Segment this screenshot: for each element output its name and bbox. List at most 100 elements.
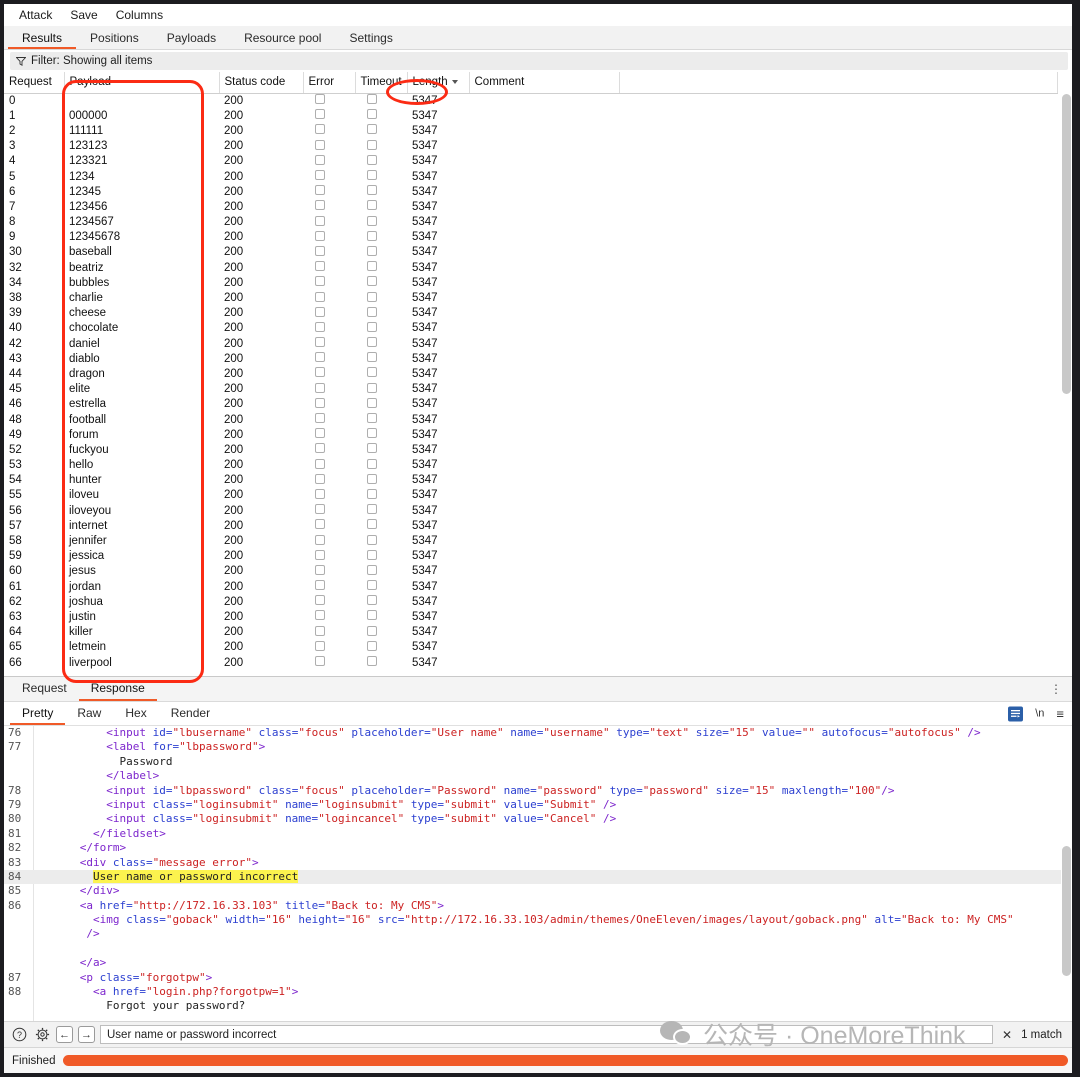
table-row[interactable]: 57 internet 200 5347 xyxy=(4,518,1057,533)
error-checkbox[interactable] xyxy=(315,488,325,499)
response-code-pane[interactable]: 76 <input id="lbusername" class="focus" … xyxy=(4,726,1072,1021)
error-checkbox[interactable] xyxy=(315,580,325,591)
table-row[interactable]: 53 hello 200 5347 xyxy=(4,458,1057,473)
error-checkbox[interactable] xyxy=(315,124,325,135)
table-row[interactable]: 58 jennifer 200 5347 xyxy=(4,533,1057,548)
timeout-checkbox[interactable] xyxy=(367,625,377,636)
table-row[interactable]: 39 cheese 200 5347 xyxy=(4,306,1057,321)
error-checkbox[interactable] xyxy=(315,276,325,287)
newline-icon[interactable]: \n xyxy=(1035,708,1044,720)
error-checkbox[interactable] xyxy=(315,200,325,211)
column-header-timeout[interactable]: Timeout xyxy=(355,72,408,94)
error-checkbox[interactable] xyxy=(315,519,325,530)
error-checkbox[interactable] xyxy=(315,625,325,636)
error-checkbox[interactable] xyxy=(315,291,325,302)
error-checkbox[interactable] xyxy=(315,321,325,332)
table-row[interactable]: 55 iloveu 200 5347 xyxy=(4,488,1057,503)
error-checkbox[interactable] xyxy=(315,109,325,120)
tab-payloads[interactable]: Payloads xyxy=(153,26,230,49)
timeout-checkbox[interactable] xyxy=(367,488,377,499)
table-row[interactable]: 54 hunter 200 5347 xyxy=(4,473,1057,488)
view-tab-render[interactable]: Render xyxy=(159,702,222,725)
tab-settings[interactable]: Settings xyxy=(335,26,406,49)
table-row[interactable]: 62 joshua 200 5347 xyxy=(4,594,1057,609)
table-row[interactable]: 30 baseball 200 5347 xyxy=(4,245,1057,260)
column-header-status-code[interactable]: Status code xyxy=(219,72,304,94)
wrap-lines-icon[interactable] xyxy=(1008,706,1024,721)
timeout-checkbox[interactable] xyxy=(367,534,377,545)
tab-results[interactable]: Results xyxy=(8,26,77,49)
gear-icon[interactable] xyxy=(33,1026,51,1044)
table-row[interactable]: 46 estrella 200 5347 xyxy=(4,397,1057,412)
timeout-checkbox[interactable] xyxy=(367,139,377,150)
error-checkbox[interactable] xyxy=(315,94,325,105)
timeout-checkbox[interactable] xyxy=(367,215,377,226)
timeout-checkbox[interactable] xyxy=(367,519,377,530)
error-checkbox[interactable] xyxy=(315,640,325,651)
timeout-checkbox[interactable] xyxy=(367,367,377,378)
table-row[interactable]: 65 letmein 200 5347 xyxy=(4,640,1057,655)
table-row[interactable]: 4 123321 200 5347 xyxy=(4,154,1057,169)
table-row[interactable]: 43 diablo 200 5347 xyxy=(4,351,1057,366)
table-row[interactable]: 5 1234 200 5347 xyxy=(4,169,1057,184)
error-checkbox[interactable] xyxy=(315,656,325,667)
timeout-checkbox[interactable] xyxy=(367,564,377,575)
message-tab-response[interactable]: Response xyxy=(78,677,157,701)
error-checkbox[interactable] xyxy=(315,352,325,363)
view-tab-hex[interactable]: Hex xyxy=(113,702,158,725)
timeout-checkbox[interactable] xyxy=(367,245,377,256)
timeout-checkbox[interactable] xyxy=(367,185,377,196)
column-header-payload[interactable]: Payload xyxy=(64,72,220,94)
error-checkbox[interactable] xyxy=(315,367,325,378)
menu-item-save[interactable]: Save xyxy=(61,6,106,24)
table-row[interactable]: 34 bubbles 200 5347 xyxy=(4,275,1057,290)
table-row[interactable]: 7 123456 200 5347 xyxy=(4,199,1057,214)
error-checkbox[interactable] xyxy=(315,397,325,408)
error-checkbox[interactable] xyxy=(315,610,325,621)
column-header-error[interactable]: Error xyxy=(303,72,356,94)
error-checkbox[interactable] xyxy=(315,139,325,150)
timeout-checkbox[interactable] xyxy=(367,473,377,484)
timeout-checkbox[interactable] xyxy=(367,458,377,469)
search-next-button[interactable]: → xyxy=(78,1026,95,1043)
timeout-checkbox[interactable] xyxy=(367,595,377,606)
table-row[interactable]: 6 12345 200 5347 xyxy=(4,184,1057,199)
timeout-checkbox[interactable] xyxy=(367,352,377,363)
results-scrollbar-thumb[interactable] xyxy=(1062,94,1071,394)
timeout-checkbox[interactable] xyxy=(367,504,377,515)
table-row[interactable]: 48 football 200 5347 xyxy=(4,412,1057,427)
timeout-checkbox[interactable] xyxy=(367,170,377,181)
menu-icon[interactable]: ≡ xyxy=(1056,707,1064,720)
table-row[interactable]: 38 charlie 200 5347 xyxy=(4,290,1057,305)
error-checkbox[interactable] xyxy=(315,215,325,226)
view-tab-raw[interactable]: Raw xyxy=(65,702,113,725)
error-checkbox[interactable] xyxy=(315,230,325,241)
column-header-request[interactable]: Request xyxy=(4,72,65,94)
timeout-checkbox[interactable] xyxy=(367,154,377,165)
timeout-checkbox[interactable] xyxy=(367,261,377,272)
error-checkbox[interactable] xyxy=(315,170,325,181)
table-row[interactable]: 56 iloveyou 200 5347 xyxy=(4,503,1057,518)
table-row[interactable]: 52 fuckyou 200 5347 xyxy=(4,442,1057,457)
code-scrollbar-thumb[interactable] xyxy=(1062,846,1071,976)
column-header-length[interactable]: Length xyxy=(407,72,470,94)
view-tab-pretty[interactable]: Pretty xyxy=(10,702,66,725)
table-row[interactable]: 45 elite 200 5347 xyxy=(4,382,1057,397)
timeout-checkbox[interactable] xyxy=(367,549,377,560)
table-row[interactable]: 66 liverpool 200 5347 xyxy=(4,655,1057,670)
error-checkbox[interactable] xyxy=(315,504,325,515)
table-row[interactable]: 1 000000 200 5347 xyxy=(4,108,1057,123)
timeout-checkbox[interactable] xyxy=(367,640,377,651)
table-row[interactable]: 44 dragon 200 5347 xyxy=(4,366,1057,381)
search-close-icon[interactable]: ✕ xyxy=(998,1028,1016,1042)
column-header-comment[interactable]: Comment xyxy=(469,72,620,94)
error-checkbox[interactable] xyxy=(315,534,325,545)
error-checkbox[interactable] xyxy=(315,413,325,424)
timeout-checkbox[interactable] xyxy=(367,580,377,591)
error-checkbox[interactable] xyxy=(315,245,325,256)
table-row[interactable]: 64 killer 200 5347 xyxy=(4,625,1057,640)
timeout-checkbox[interactable] xyxy=(367,124,377,135)
timeout-checkbox[interactable] xyxy=(367,94,377,105)
table-row[interactable]: 3 123123 200 5347 xyxy=(4,139,1057,154)
table-row[interactable]: 42 daniel 200 5347 xyxy=(4,336,1057,351)
